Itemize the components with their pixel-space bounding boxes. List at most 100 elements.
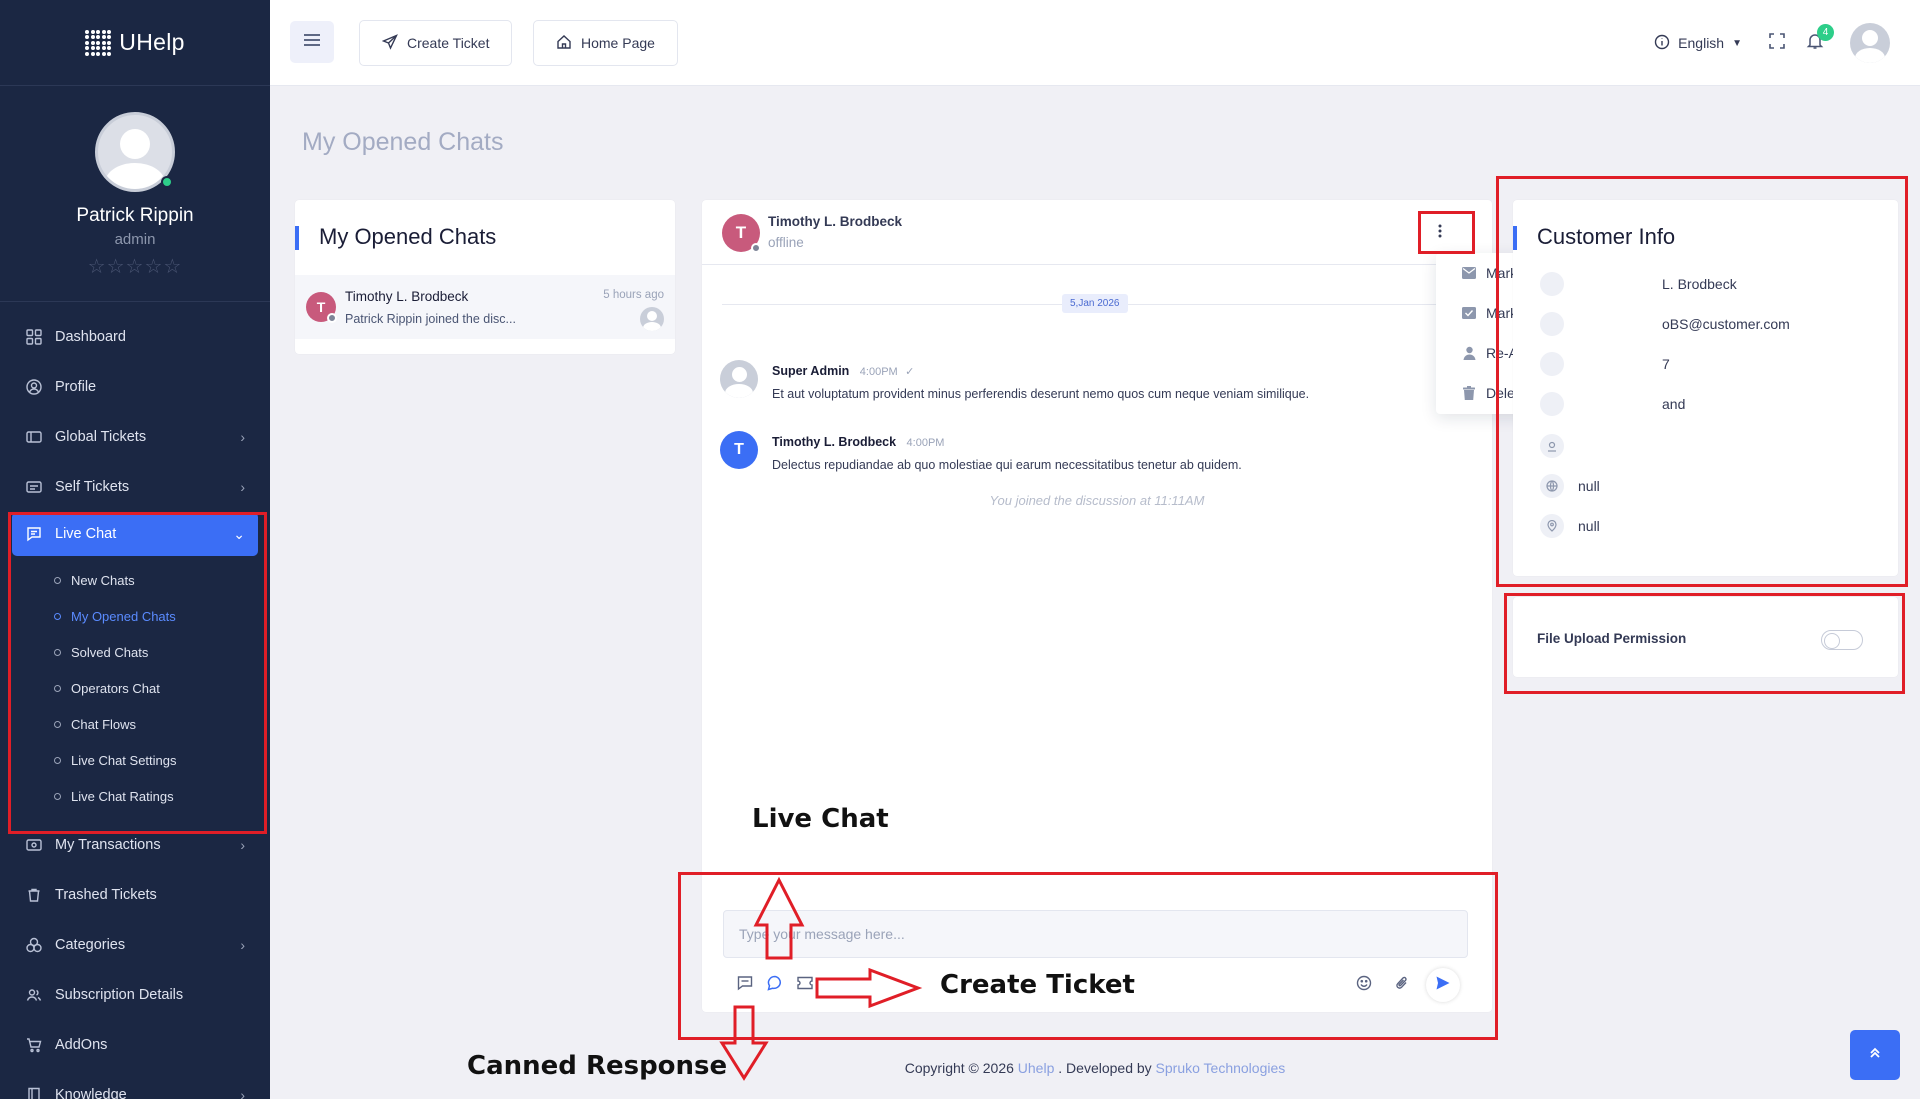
annotation-box-chat-options	[1418, 211, 1475, 254]
brand-name: UHelp	[119, 29, 185, 55]
fullscreen-button[interactable]	[1766, 32, 1788, 54]
hamburger-icon	[302, 31, 322, 54]
contact-name: Timothy L. Brodbeck	[768, 214, 903, 229]
message: Timothy L. Brodbeck 4:00PM Delectus repu…	[772, 433, 1242, 472]
annotation-box-customer-info	[1496, 176, 1908, 587]
chevrons-up-icon	[1869, 1046, 1881, 1064]
sidebar-item-label: Categories	[55, 937, 126, 953]
footer: Copyright © 2026 Uhelp . Developed by Sp…	[904, 1060, 1286, 1076]
notifications-button[interactable]: 4	[1804, 24, 1834, 54]
annotation-box-file-upload	[1504, 593, 1905, 694]
sidebar-item-categories[interactable]: Categories ›	[0, 920, 270, 970]
chat-list-item-preview: Patrick Rippin joined the disc...	[345, 312, 516, 326]
rating-stars-icon: ☆☆☆☆☆	[87, 256, 183, 278]
chat-list-item-name: Timothy L. Brodbeck	[345, 289, 469, 304]
cart-icon	[25, 1036, 43, 1054]
chevron-right-icon: ›	[240, 479, 245, 495]
annotation-label-live-chat: Live Chat	[752, 804, 889, 834]
menu-toggle-button[interactable]	[290, 21, 334, 63]
chevron-right-icon: ›	[240, 837, 245, 853]
create-ticket-label: Create Ticket	[407, 35, 490, 51]
sidebar-item-trashed-tickets[interactable]: Trashed Tickets	[0, 870, 270, 920]
sidebar-item-dashboard[interactable]: Dashboard	[0, 312, 270, 362]
sent-check-icon: ✓	[905, 366, 915, 378]
message-sender: Super Admin	[772, 364, 850, 378]
brand[interactable]: UHelp	[0, 0, 270, 86]
users-icon	[25, 986, 43, 1004]
sidebar-item-self-tickets[interactable]: Self Tickets ›	[0, 462, 270, 512]
user-icon	[25, 378, 43, 396]
contact-status: offline	[768, 235, 804, 250]
create-ticket-button[interactable]: Create Ticket	[359, 20, 513, 66]
language-selector[interactable]: English ▼	[1654, 34, 1742, 53]
sidebar-item-label: Trashed Tickets	[55, 887, 157, 903]
home-page-label: Home Page	[581, 35, 655, 51]
sidebar-item-label: Profile	[55, 379, 97, 395]
contact-avatar: T	[720, 431, 758, 469]
chat-header: T Timothy L. Brodbeck offline	[702, 200, 1492, 265]
message-time: 4:00PM	[906, 437, 945, 449]
system-note: You joined the discussion at 11:11AM	[989, 493, 1205, 508]
contact-avatar: T	[306, 292, 337, 323]
sidebar-item-profile[interactable]: Profile	[0, 362, 270, 412]
user-icon	[1462, 346, 1476, 360]
contact-avatar: T	[722, 214, 761, 253]
sidebar-profile: Patrick Rippin admin ☆☆☆☆☆	[0, 86, 270, 302]
ticket-icon	[25, 428, 43, 446]
chat-list-card: My Opened Chats T Timothy L. Brodbeck 5 …	[294, 200, 675, 354]
sidebar-item-label: Global Tickets	[55, 429, 147, 445]
language-label: English	[1678, 35, 1725, 51]
mail-check-icon	[1462, 306, 1476, 320]
annotation-label-create-ticket: Create Ticket	[940, 970, 1135, 1000]
caret-down-icon: ▼	[1732, 37, 1742, 49]
sidebar-item-label: Self Tickets	[55, 479, 130, 495]
mail-icon	[1462, 266, 1476, 280]
annotation-box-composer	[678, 872, 1498, 1040]
chat-list-title: My Opened Chats	[294, 224, 497, 250]
chat-list-item-time: 5 hours ago	[603, 289, 664, 301]
footer-brand-link[interactable]: Uhelp	[1018, 1060, 1055, 1076]
sidebar-item-subscription-details[interactable]: Subscription Details	[0, 970, 270, 1020]
home-icon	[556, 34, 572, 53]
message-time: 4:00PM	[859, 366, 898, 378]
super-admin-avatar	[720, 360, 758, 398]
scroll-to-top-button[interactable]	[1850, 1030, 1900, 1080]
sidebar-item-label: Dashboard	[55, 329, 126, 345]
sidebar-item-label: Knowledge	[55, 1087, 127, 1099]
send-icon	[381, 33, 398, 53]
chevron-right-icon: ›	[240, 1087, 245, 1099]
message-sender: Timothy L. Brodbeck	[772, 435, 897, 449]
category-icon	[25, 936, 43, 954]
chevron-right-icon: ›	[240, 429, 245, 445]
sidebar-item-global-tickets[interactable]: Global Tickets ›	[0, 412, 270, 462]
footer-company-link[interactable]: Spruko Technologies	[1156, 1060, 1286, 1076]
offline-status-dot	[327, 313, 337, 323]
message-text: Delectus repudiandae ab quo molestiae qu…	[772, 458, 1242, 472]
info-icon	[1654, 34, 1670, 53]
chat-list-item[interactable]: T Timothy L. Brodbeck 5 hours ago Patric…	[295, 275, 675, 339]
header-actions: English ▼ 4	[1654, 0, 1920, 86]
message-text: Et aut voluptatum provident minus perfer…	[772, 387, 1310, 401]
book-icon	[25, 1086, 43, 1099]
sidebar-item-label: My Transactions	[55, 837, 161, 853]
sidebar-item-label: Subscription Details	[55, 987, 184, 1003]
brand-logo-icon	[85, 29, 112, 56]
home-page-button[interactable]: Home Page	[533, 20, 678, 66]
top-header: Create Ticket Home Page English ▼ 4	[270, 0, 1920, 86]
annotation-box-live-chat-menu	[8, 512, 267, 834]
annotation-label-canned-response: Canned Response	[467, 1051, 728, 1081]
message: Super Admin 4:00PM ✓ Et aut voluptatum p…	[772, 362, 1309, 401]
online-status-dot	[161, 176, 173, 188]
profile-role: admin	[114, 231, 156, 248]
grid-icon	[25, 328, 43, 346]
chevron-right-icon: ›	[240, 937, 245, 953]
page-title: My Opened Chats	[302, 128, 504, 156]
trash-icon	[1462, 386, 1476, 400]
fullscreen-icon	[1768, 32, 1786, 55]
trash-icon	[25, 886, 43, 904]
sidebar-item-label: AddOns	[55, 1037, 108, 1053]
header-user-avatar[interactable]	[1850, 23, 1890, 63]
date-badge: 5,Jan 2026	[1062, 294, 1128, 313]
wallet-icon	[25, 836, 43, 854]
profile-name: Patrick Rippin	[76, 205, 194, 226]
